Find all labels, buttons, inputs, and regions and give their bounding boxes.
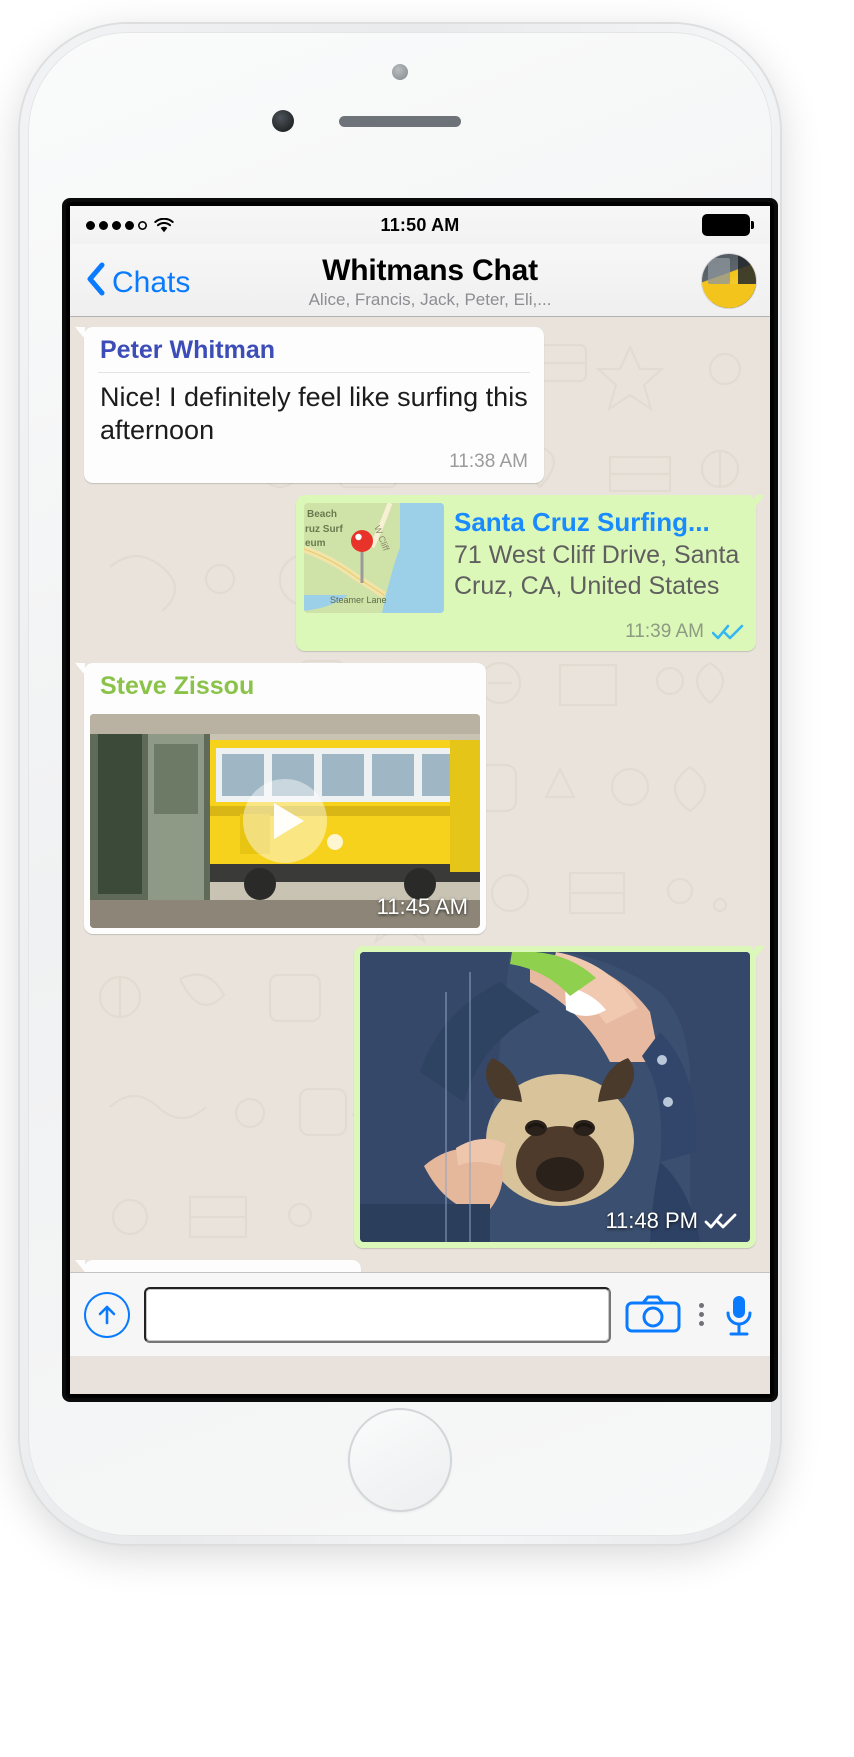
message-bubble-photo[interactable]: 11:48 PM xyxy=(354,946,756,1248)
double-check-icon xyxy=(712,623,744,641)
message-meta: 11:45 AM xyxy=(377,894,468,920)
phone-screen: 11:50 AM Chats xyxy=(66,202,774,1398)
photo-thumbnail[interactable]: 11:48 PM xyxy=(360,952,750,1242)
message-timestamp: 11:48 PM xyxy=(605,1208,698,1234)
message-input[interactable] xyxy=(144,1287,611,1343)
navigation-bar: Chats Whitmans Chat Alice, Francis, Jack… xyxy=(70,244,770,317)
location-title: Santa Cruz Surfing... xyxy=(454,507,742,538)
message-sender-name: Peter Whitman xyxy=(84,327,544,372)
double-check-icon xyxy=(704,1212,738,1230)
arrow-up-circle-icon[interactable] xyxy=(84,1292,130,1338)
message-row[interactable]: 11:48 PM xyxy=(84,946,756,1248)
location-details: Santa Cruz Surfing... 71 West Cliff Driv… xyxy=(454,503,748,613)
bubble-tail-icon xyxy=(75,663,85,675)
video-attachment[interactable]: 11:45 AM xyxy=(84,708,486,934)
camera-icon[interactable] xyxy=(625,1295,681,1335)
home-button[interactable] xyxy=(348,1408,452,1512)
message-timestamp: 11:39 AM xyxy=(625,621,704,643)
photo-attachment[interactable]: 11:48 PM xyxy=(354,946,756,1248)
nav-title-block: Whitmans Chat Alice, Francis, Jack, Pete… xyxy=(200,253,660,311)
message-row[interactable]: Beach ruz Surf eum W Cliff Steamer Lane xyxy=(84,495,756,651)
iphone-device: 11:50 AM Chats xyxy=(20,24,780,1544)
message-bubble-video[interactable]: Steve Zissou xyxy=(84,663,486,934)
screenshot-root: 11:50 AM Chats xyxy=(0,0,854,1757)
status-bar-clock: 11:50 AM xyxy=(70,215,770,236)
kebab-menu-icon[interactable] xyxy=(695,1303,708,1326)
app-viewport: 11:50 AM Chats xyxy=(70,206,770,1394)
message-row[interactable]: Peter Whitman Nice! I definitely feel li… xyxy=(84,327,756,483)
bubble-tail-icon xyxy=(75,1260,85,1272)
message-sender-name: Steve Zissou xyxy=(84,663,486,708)
bubble-tail-icon xyxy=(755,946,765,958)
message-sender-name: Francis Whitman xyxy=(84,1260,361,1272)
person-with-pug-photo xyxy=(360,952,750,1242)
map-graphic: Beach ruz Surf eum W Cliff Steamer Lane xyxy=(304,503,444,613)
chat-title: Whitmans Chat xyxy=(200,253,660,289)
back-button-label: Chats xyxy=(112,266,190,300)
video-thumbnail[interactable]: 11:45 AM xyxy=(90,714,480,928)
message-timestamp: 11:45 AM xyxy=(377,894,468,920)
svg-text:Beach: Beach xyxy=(307,509,337,520)
status-bar: 11:50 AM xyxy=(70,206,770,244)
svg-text:ruz Surf: ruz Surf xyxy=(305,524,343,535)
message-meta: 11:38 AM xyxy=(84,449,544,483)
message-row[interactable]: Francis Whitman ☺️😍🐶 11:49 PM xyxy=(84,1260,756,1272)
message-meta: 11:39 AM xyxy=(296,621,756,651)
message-meta: 11:48 PM xyxy=(605,1208,738,1234)
bubble-tail-icon xyxy=(75,327,85,339)
message-text: Nice! I definitely feel like surfing thi… xyxy=(84,373,544,449)
back-to-chats-button[interactable]: Chats xyxy=(86,262,190,304)
message-timestamp: 11:38 AM xyxy=(449,451,528,473)
message-row[interactable]: Steve Zissou xyxy=(84,663,756,934)
message-bubble-francis-emoji[interactable]: Francis Whitman ☺️😍🐶 11:49 PM xyxy=(84,1260,361,1272)
location-card[interactable]: Beach ruz Surf eum W Cliff Steamer Lane xyxy=(296,495,756,621)
bubble-tail-icon xyxy=(755,495,765,507)
messages-container: Peter Whitman Nice! I definitely feel li… xyxy=(70,317,770,1272)
svg-text:eum: eum xyxy=(305,538,326,549)
chat-participants: Alice, Francis, Jack, Peter, Eli,... xyxy=(200,289,660,311)
message-input-toolbar xyxy=(70,1272,770,1356)
message-bubble-peter-text[interactable]: Peter Whitman Nice! I definitely feel li… xyxy=(84,327,544,483)
battery-full-icon xyxy=(703,215,754,235)
group-avatar[interactable] xyxy=(702,254,756,308)
microphone-icon[interactable] xyxy=(722,1293,756,1337)
proximity-sensor-icon xyxy=(392,64,408,80)
svg-text:Steamer Lane: Steamer Lane xyxy=(330,595,387,605)
location-address: 71 West Cliff Drive, Santa Cruz, CA, Uni… xyxy=(454,540,742,602)
front-camera-icon xyxy=(272,110,294,132)
earpiece-speaker xyxy=(339,116,461,127)
play-icon[interactable] xyxy=(243,779,327,863)
map-thumbnail[interactable]: Beach ruz Surf eum W Cliff Steamer Lane xyxy=(304,503,444,613)
chevron-left-icon xyxy=(86,262,106,304)
message-bubble-location[interactable]: Beach ruz Surf eum W Cliff Steamer Lane xyxy=(296,495,756,651)
message-list[interactable]: Peter Whitman Nice! I definitely feel li… xyxy=(70,317,770,1272)
